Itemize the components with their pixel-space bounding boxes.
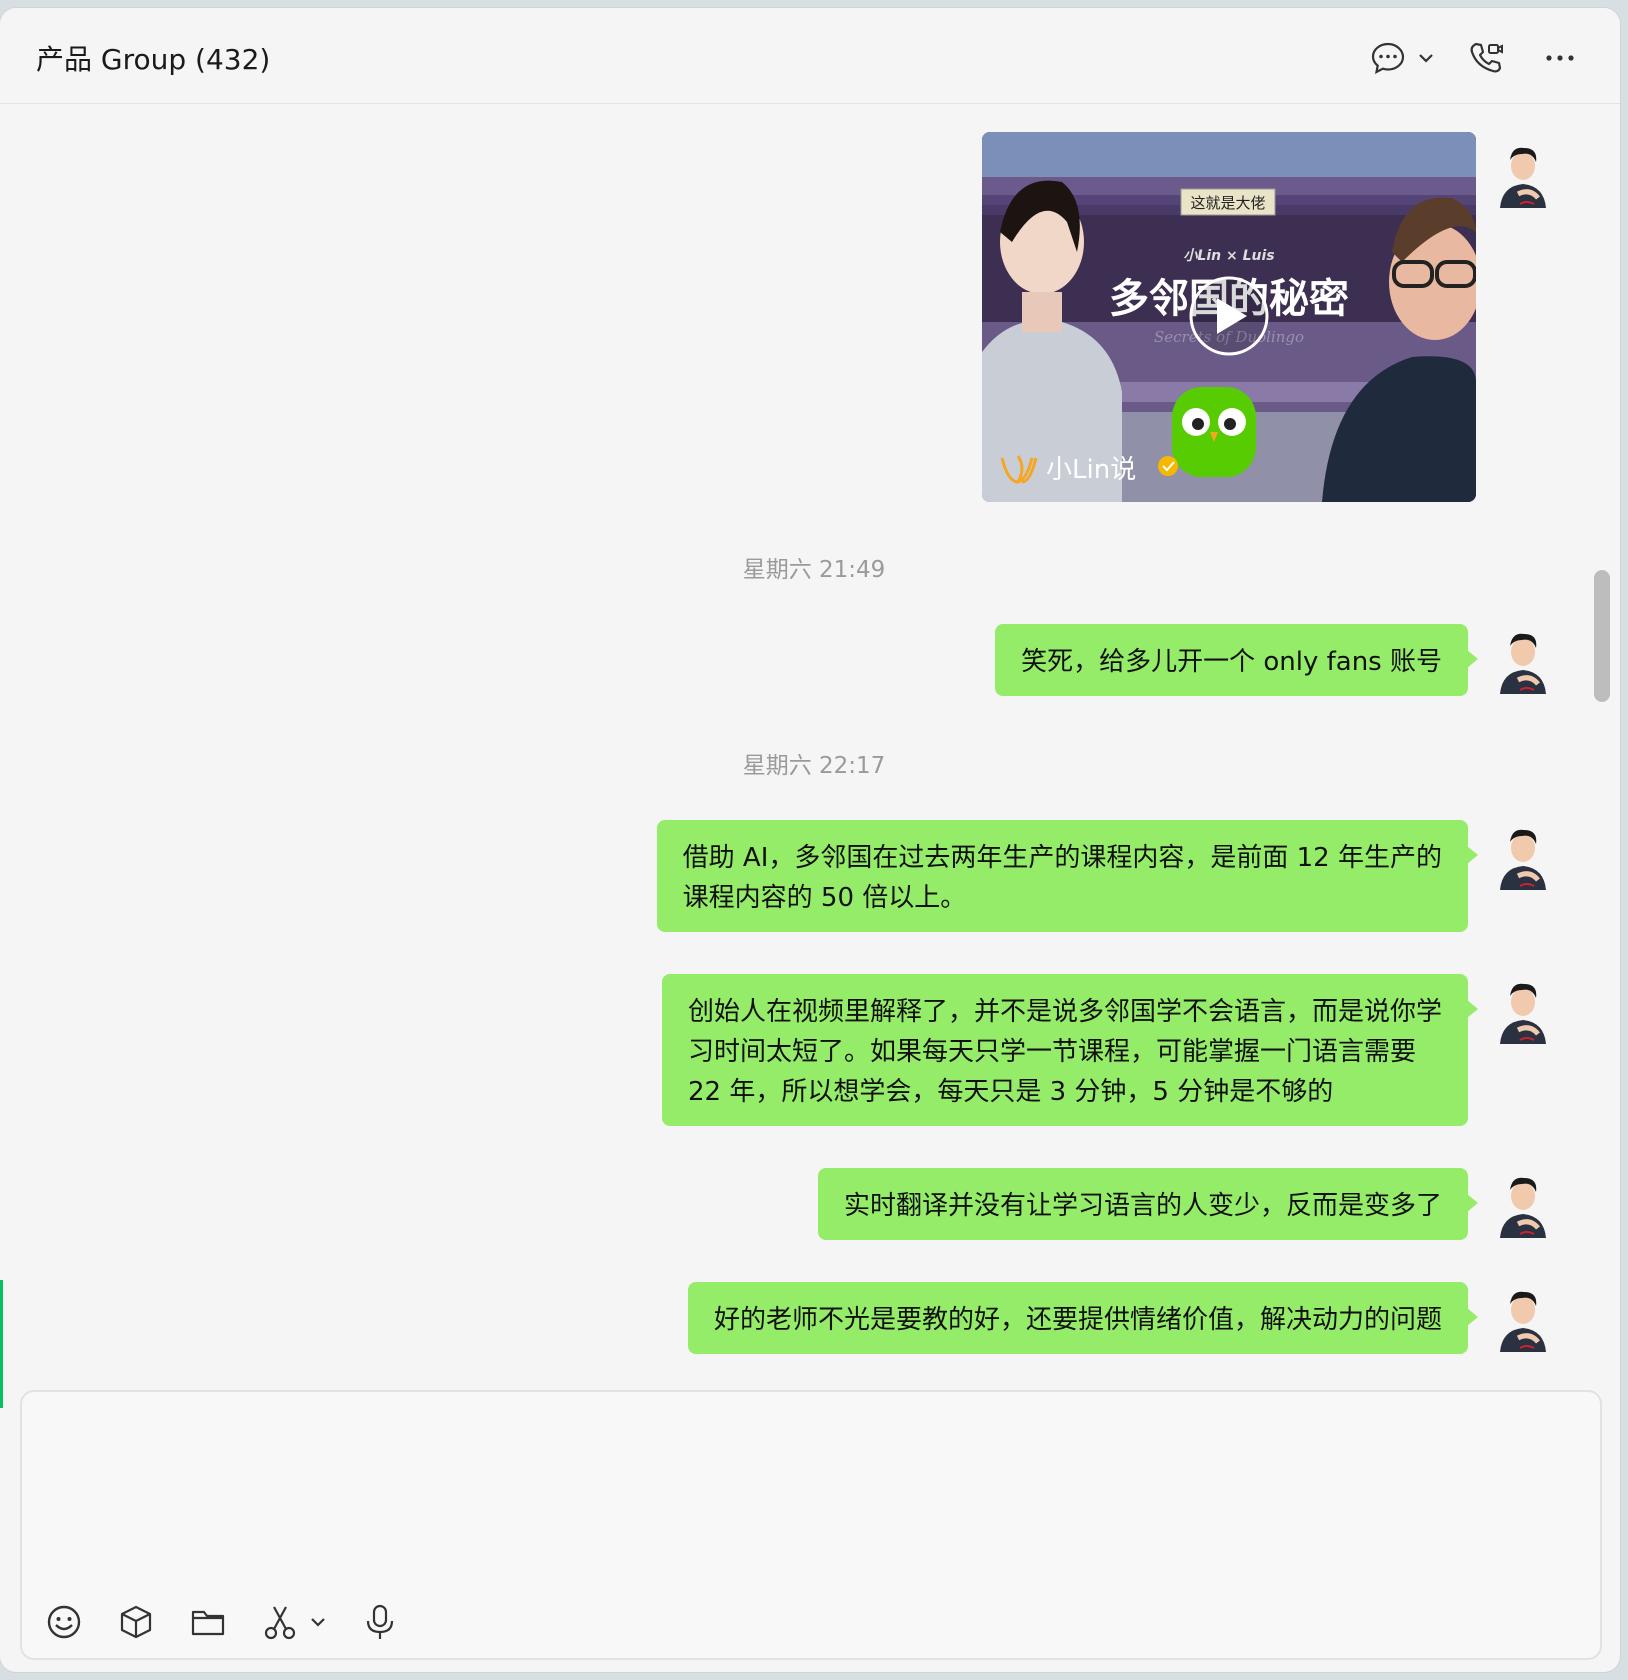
message-text: 创始人在视频里解释了，并不是说多邻国学不会语言，而是说你学 (687, 997, 1442, 1027)
video-channel: 小Lin说 (1046, 455, 1136, 485)
chat-title: 产品 Group (432) (36, 43, 271, 76)
message-text: 22 年，所以想学会，每天只是 3 分钟，5 分钟是不够的 (687, 1077, 1334, 1107)
avatar[interactable] (1494, 824, 1552, 890)
folder-icon[interactable] (188, 1602, 228, 1642)
scissors-icon[interactable] (260, 1602, 300, 1642)
microphone-icon[interactable] (360, 1602, 400, 1642)
message-bubble[interactable]: 实时翻译并没有让学习语言的人变少，反而是变多了 (817, 1168, 1479, 1240)
message-bubble[interactable]: 创始人在视频里解释了，并不是说多邻国学不会语言，而是说你学 习时间太短了。如果每… (661, 974, 1479, 1126)
message-text: 课程内容的 50 倍以上。 (682, 883, 967, 913)
window-edge-indicator (0, 1280, 3, 1408)
message-text: 实时翻译并没有让学习语言的人变少，反而是变多了 (843, 1191, 1442, 1221)
message-text: 习时间太短了。如果每天只学一节课程，可能掌握一门语言需要 (687, 1037, 1416, 1067)
message-list[interactable]: 这就是大佬 小Lin × Luis 多邻国的秘密 Secrets of Duol… (0, 104, 1620, 1386)
chat-window: 产品 Group (432) 这就是大佬 小Lin × Luis Secrets… (0, 8, 1620, 1672)
avatar[interactable] (1494, 142, 1552, 208)
scrollbar[interactable] (1594, 570, 1610, 702)
message-text: 好的老师不光是要教的好，还要提供情绪价值，解决动力的问题 (713, 1305, 1442, 1335)
sticker-box-icon[interactable] (116, 1602, 156, 1642)
avatar[interactable] (1494, 1172, 1552, 1238)
timestamp: 星期六 22:17 (742, 753, 886, 779)
timestamp: 星期六 21:49 (742, 557, 886, 583)
video-hosts: 小Lin × Luis (1183, 248, 1274, 264)
more-icon[interactable] (1540, 38, 1580, 78)
chevron-down-icon[interactable] (1414, 38, 1438, 78)
phone-video-icon[interactable] (1466, 38, 1506, 78)
chevron-down-icon[interactable] (306, 1602, 330, 1642)
avatar[interactable] (1494, 978, 1552, 1044)
avatar[interactable] (1494, 628, 1552, 694)
video-badge: 这就是大佬 (1190, 194, 1265, 212)
chat-bubble-icon[interactable] (1368, 38, 1408, 78)
message-bubble[interactable]: 好的老师不光是要教的好，还要提供情绪价值，解决动力的问题 (687, 1282, 1479, 1354)
video-message[interactable]: 这就是大佬 小Lin × Luis 多邻国的秘密 Secrets of Duol… (982, 132, 1476, 502)
message-text: 笑死，给多儿开一个 only fans 账号 (1021, 647, 1442, 677)
message-input[interactable] (20, 1390, 1602, 1660)
emoji-icon[interactable] (44, 1602, 84, 1642)
avatar[interactable] (1494, 1286, 1552, 1352)
message-text: 借助 AI，多邻国在过去两年生产的课程内容，是前面 12 年生产的 (682, 843, 1442, 873)
message-bubble[interactable]: 笑死，给多儿开一个 only fans 账号 (995, 624, 1478, 696)
chat-header: 产品 Group (432) (0, 8, 1620, 104)
message-bubble[interactable]: 借助 AI，多邻国在过去两年生产的课程内容，是前面 12 年生产的 课程内容的 … (656, 820, 1479, 932)
